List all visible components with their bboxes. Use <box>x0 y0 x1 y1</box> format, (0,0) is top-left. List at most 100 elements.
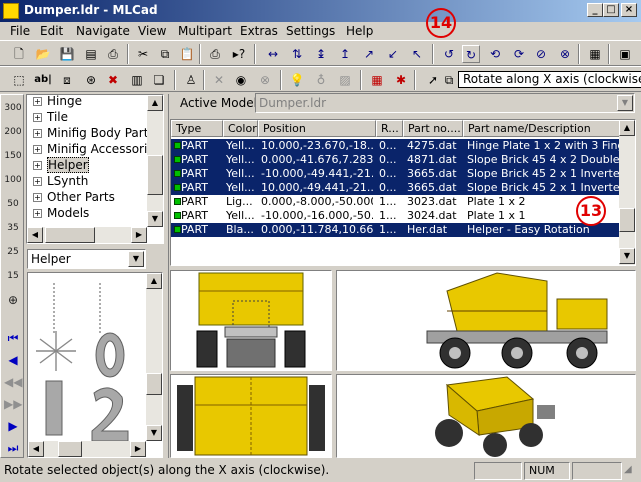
grid-icon[interactable]: ▦ <box>368 71 386 89</box>
rotate-z-cw-icon[interactable]: ⊗ <box>556 45 574 63</box>
rotate-x-ccw-icon[interactable]: ↺ <box>440 45 458 63</box>
scroll-thumb[interactable] <box>45 227 95 243</box>
preview-category-select[interactable]: Helper ▼ <box>27 249 146 269</box>
title-bar[interactable]: Dumper.ldr - MLCad _ □ × <box>0 0 641 22</box>
column-header-rotation[interactable]: R... <box>376 120 403 137</box>
menu-file[interactable]: File <box>10 24 30 38</box>
menu-extras[interactable]: Extras <box>240 24 278 38</box>
zoom-50-button[interactable]: 50 <box>4 195 22 213</box>
prev-frame-icon[interactable]: ◀◀ <box>4 373 22 391</box>
menu-navigate[interactable]: Navigate <box>76 24 130 38</box>
pause-icon[interactable]: ⊗ <box>256 71 274 89</box>
rotate-x-cw-icon[interactable]: ↻ <box>462 45 480 63</box>
zoom-300-button[interactable]: 300 <box>4 99 22 117</box>
calculator-icon[interactable]: ▣ <box>616 45 634 63</box>
preview-horizontal-scrollbar[interactable]: ◀ ▶ <box>28 441 146 457</box>
minimize-button[interactable]: _ <box>587 3 603 17</box>
expand-icon[interactable]: + <box>33 193 42 202</box>
column-header-description[interactable]: Part name/Description <box>463 120 621 137</box>
maximize-button[interactable]: □ <box>603 3 619 17</box>
menu-settings[interactable]: Settings <box>286 24 335 38</box>
menu-edit[interactable]: Edit <box>40 24 63 38</box>
cut-icon[interactable]: ✂ <box>134 45 152 63</box>
next-step-icon[interactable]: ▶ <box>4 417 22 435</box>
zoom-100-button[interactable]: 100 <box>4 171 22 189</box>
tree-item[interactable]: + Minifig Accessories <box>33 141 161 157</box>
grid-settings-icon[interactable]: ▦ <box>586 45 604 63</box>
chevron-down-icon[interactable]: ▼ <box>128 251 144 267</box>
zoom-150-button[interactable]: 150 <box>4 147 22 165</box>
table-row[interactable]: PART Bla... 0.000,-11.784,10.661 1... Her.da… <box>171 223 621 237</box>
viewport-front[interactable] <box>170 270 332 371</box>
copy-icon[interactable]: ⧉ <box>156 45 174 63</box>
next-frame-icon[interactable]: ▶▶ <box>4 395 22 413</box>
prev-step-icon[interactable]: ◀ <box>4 351 22 369</box>
scroll-down-icon[interactable]: ▼ <box>146 425 162 441</box>
paste-icon[interactable]: 📋 <box>178 45 196 63</box>
menu-view[interactable]: View <box>138 24 166 38</box>
expand-icon[interactable]: + <box>33 161 42 170</box>
open-folder-icon[interactable]: 📂 <box>34 45 52 63</box>
scroll-right-icon[interactable]: ▶ <box>130 441 146 457</box>
rotation-dialog-icon[interactable]: ⧉ <box>440 71 458 89</box>
viewport-3d[interactable] <box>336 374 636 458</box>
tree-item[interactable]: + Other Parts <box>33 189 115 205</box>
active-model-select[interactable]: Dumper.ldr ▼ <box>255 93 635 113</box>
rotate-z-ccw-icon[interactable]: ⊘ <box>532 45 550 63</box>
table-vertical-scrollbar[interactable]: ▲ ▼ <box>619 120 635 265</box>
scroll-left-icon[interactable]: ◀ <box>27 227 43 243</box>
zoom-15-button[interactable]: 15 <box>4 267 22 285</box>
rotate-y-ccw-icon[interactable]: ⟲ <box>486 45 504 63</box>
zoom-200-button[interactable]: 200 <box>4 123 22 141</box>
expand-icon[interactable]: + <box>33 145 42 154</box>
tree-horizontal-scrollbar[interactable]: ◀ ▶ <box>27 227 147 243</box>
menu-multipart[interactable]: Multipart <box>178 24 232 38</box>
add-text-icon[interactable]: ab| <box>34 71 52 89</box>
table-row[interactable]: PART Lig... 0.000,-8.000,-50.000 1... 3023.d… <box>171 195 621 209</box>
move-diag-icon[interactable]: ↗ <box>360 45 378 63</box>
move-y-icon[interactable]: ⇅ <box>288 45 306 63</box>
scroll-thumb[interactable] <box>146 373 162 395</box>
scroll-thumb[interactable] <box>619 208 635 232</box>
table-row[interactable]: PART Yell... -10.000,-49.441,-21.... 0... 36… <box>171 167 621 181</box>
bulb-off-icon[interactable]: ♁ <box>312 71 330 89</box>
last-step-icon[interactable]: ⏭ <box>4 439 22 457</box>
move-z-icon[interactable]: ↨ <box>312 45 330 63</box>
scroll-left-icon[interactable]: ◀ <box>28 441 44 457</box>
viewport-side[interactable] <box>336 270 636 371</box>
expand-icon[interactable]: + <box>33 113 42 122</box>
save-icon[interactable]: 💾 <box>58 45 76 63</box>
save-all-icon[interactable]: ▤ <box>82 45 100 63</box>
scroll-thumb[interactable] <box>58 441 82 457</box>
add-group-icon[interactable]: ▥ <box>128 71 146 89</box>
tree-item[interactable]: + LSynth <box>33 173 88 189</box>
column-header-type[interactable]: Type <box>171 120 223 137</box>
zoom-fit-icon[interactable]: ⊕ <box>4 291 22 309</box>
scroll-down-icon[interactable]: ▼ <box>619 248 635 264</box>
rotate-y-cw-icon[interactable]: ⟳ <box>510 45 528 63</box>
expand-icon[interactable]: + <box>33 97 42 106</box>
add-sound-icon[interactable]: ⊛ <box>82 71 100 89</box>
parts-list-table[interactable]: Type Color Position R... Part no.... Par… <box>170 119 636 266</box>
add-step-icon[interactable]: ⧈ <box>58 71 76 89</box>
tree-item[interactable]: + Tile <box>33 109 68 125</box>
new-file-icon[interactable]: 🗋 <box>10 45 28 63</box>
column-header-color[interactable]: Color <box>223 120 258 137</box>
whats-this-help-icon[interactable]: ▸? <box>230 45 248 63</box>
clear-icon[interactable]: ✕ <box>210 71 228 89</box>
print-preview-icon[interactable]: ⎙ <box>206 45 224 63</box>
table-row[interactable]: PART Yell... 10.000,-23.670,-18.... 0... 427… <box>171 139 621 153</box>
add-part-icon[interactable]: ⬚ <box>10 71 28 89</box>
menu-help[interactable]: Help <box>346 24 373 38</box>
bulb-icon[interactable]: 💡 <box>288 71 306 89</box>
resize-grip-icon[interactable]: ◢ <box>624 464 632 475</box>
first-step-icon[interactable]: ⏮ <box>4 329 22 347</box>
expand-icon[interactable]: + <box>33 177 42 186</box>
buffer-icon[interactable]: ▨ <box>336 71 354 89</box>
scroll-down-icon[interactable]: ▼ <box>147 211 163 227</box>
scroll-up-icon[interactable]: ▲ <box>147 95 163 111</box>
delete-icon[interactable]: ✖ <box>104 71 122 89</box>
move-x-icon[interactable]: ↔ <box>264 45 282 63</box>
print-icon[interactable]: ⎙ <box>104 45 122 63</box>
table-row[interactable]: PART Yell... -10.000,-16.000,-50.... 1... 30… <box>171 209 621 223</box>
